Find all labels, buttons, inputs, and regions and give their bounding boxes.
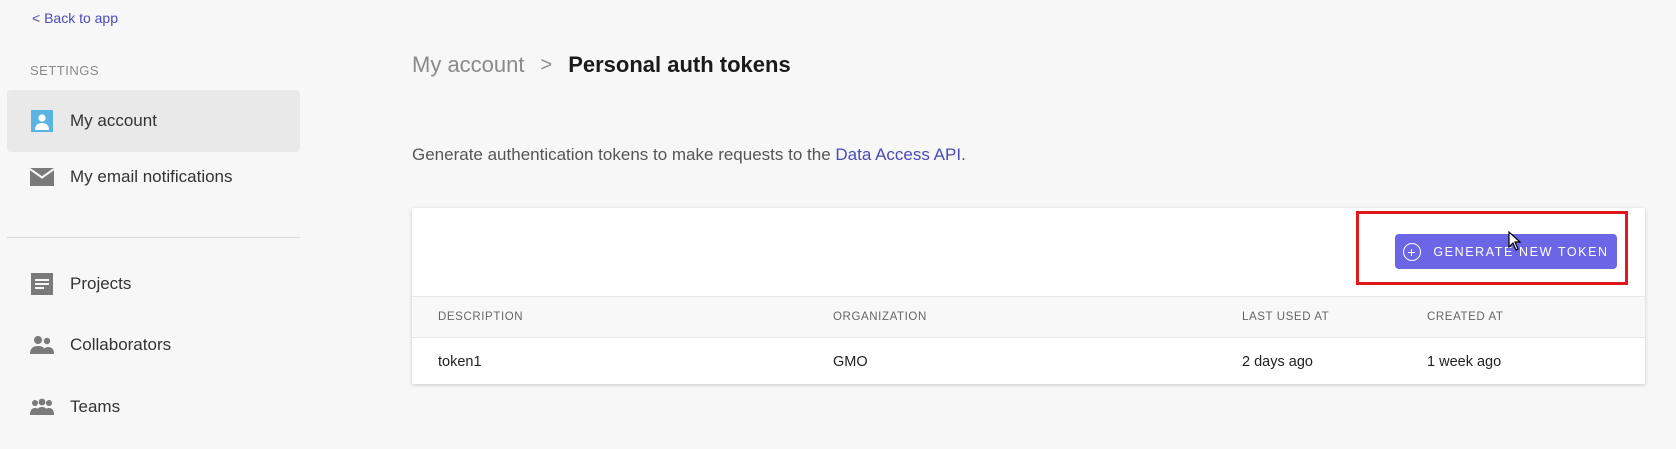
token-last-used: 2 days ago bbox=[1242, 353, 1313, 370]
generate-new-token-button[interactable]: + GENERATE NEW TOKEN bbox=[1395, 234, 1617, 269]
column-header-created: CREATED AT bbox=[1427, 311, 1504, 323]
breadcrumb-separator: > bbox=[540, 53, 553, 76]
sidebar-item-label: Collaborators bbox=[70, 335, 172, 354]
person-icon bbox=[30, 109, 54, 133]
plus-circle-icon: + bbox=[1403, 242, 1422, 261]
token-created: 1 week ago bbox=[1427, 353, 1502, 370]
data-access-api-link[interactable]: Data Access API bbox=[835, 145, 961, 164]
token-description: token1 bbox=[438, 353, 482, 370]
sidebar-item-teams[interactable]: Teams bbox=[7, 376, 300, 438]
tokens-card: + GENERATE NEW TOKEN DESCRIPTION ORGANIZ… bbox=[412, 208, 1645, 384]
sidebar-item-projects[interactable]: Projects bbox=[7, 253, 300, 315]
column-header-description: DESCRIPTION bbox=[438, 311, 524, 323]
sidebar-item-label: Teams bbox=[70, 397, 121, 416]
teams-icon bbox=[30, 395, 54, 419]
page-title: Personal auth tokens bbox=[568, 52, 791, 77]
intro-description: Generate authentication tokens to make r… bbox=[412, 145, 836, 164]
sidebar-item-my-account[interactable]: My account bbox=[7, 90, 300, 152]
sidebar-item-label: My account bbox=[70, 111, 157, 130]
back-to-app-link[interactable]: < Back to app bbox=[32, 10, 118, 26]
sidebar-item-email-notifications[interactable]: My email notifications bbox=[7, 146, 300, 208]
column-header-last-used: LAST USED AT bbox=[1242, 311, 1330, 323]
settings-section-label: SETTINGS bbox=[30, 63, 100, 78]
column-header-organization: ORGANIZATION bbox=[833, 311, 927, 323]
sidebar-item-label: My email notifications bbox=[70, 167, 233, 186]
envelope-icon bbox=[30, 165, 54, 189]
table-row[interactable]: token1 GMO 2 days ago 1 week ago bbox=[412, 338, 1645, 385]
projects-icon bbox=[30, 272, 54, 296]
sidebar-item-label: Projects bbox=[70, 274, 132, 293]
sidebar-divider bbox=[7, 237, 300, 238]
breadcrumb-my-account[interactable]: My account bbox=[412, 52, 525, 78]
mouse-cursor-icon bbox=[1508, 230, 1522, 256]
sidebar-item-collaborators[interactable]: Collaborators bbox=[7, 314, 300, 376]
tokens-table-header: DESCRIPTION ORGANIZATION LAST USED AT CR… bbox=[412, 297, 1645, 338]
tokens-card-toolbar: + GENERATE NEW TOKEN bbox=[412, 208, 1645, 297]
breadcrumb: My account > Personal auth tokens bbox=[412, 52, 791, 78]
settings-sidebar: < Back to app SETTINGS My account My ema… bbox=[0, 0, 300, 449]
intro-suffix: . bbox=[961, 145, 966, 164]
intro-text: Generate authentication tokens to make r… bbox=[412, 145, 966, 165]
collaborators-icon bbox=[30, 333, 54, 357]
token-organization: GMO bbox=[833, 353, 868, 370]
